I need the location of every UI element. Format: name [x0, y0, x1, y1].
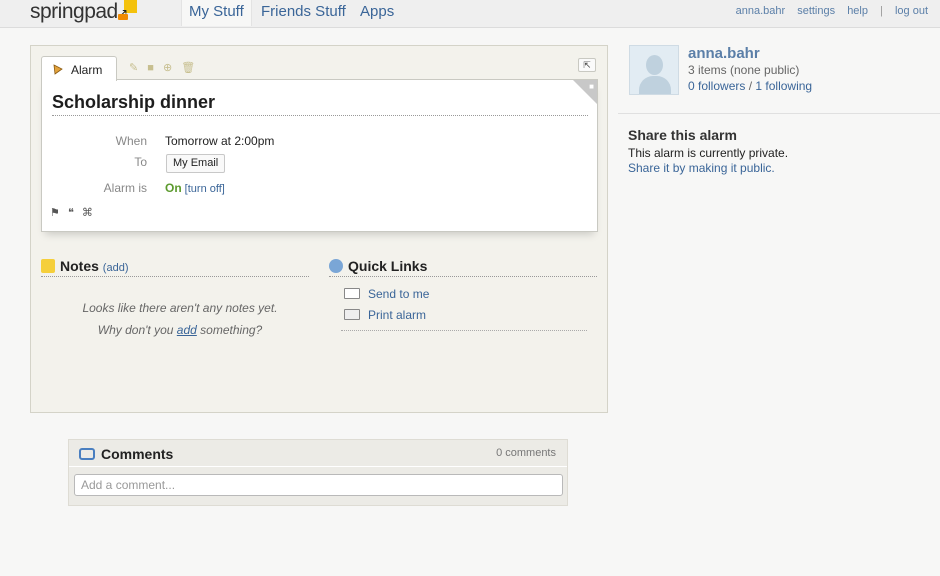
lock-icon[interactable]: ■ — [147, 62, 154, 74]
user-links: anna.bahr settings help | log out — [727, 5, 928, 17]
alarm-is-label: Alarm is — [103, 181, 147, 195]
add-to-icon[interactable]: ⊕ — [163, 62, 172, 74]
logout-link[interactable]: log out — [895, 5, 928, 17]
trash-icon[interactable]: 🗑︎ — [181, 62, 195, 74]
envelope-icon — [344, 288, 360, 299]
to-label: To — [134, 155, 147, 169]
speech-bubble-icon — [79, 448, 95, 460]
tab-alarm[interactable]: Alarm — [41, 56, 117, 81]
notes-empty-pre: Why don't you — [97, 323, 174, 337]
avatar[interactable] — [629, 45, 679, 95]
quick-links-divider — [341, 330, 587, 331]
settings-link[interactable]: settings — [797, 5, 835, 17]
profile-items-count: 3 items (none public) — [688, 63, 800, 77]
following-link[interactable]: 1 following — [755, 79, 812, 93]
tab-alarm-label: Alarm — [71, 63, 103, 77]
item-title[interactable]: Scholarship dinner — [52, 92, 588, 116]
notes-empty-post: something? — [200, 323, 263, 337]
alarm-card: ■ Scholarship dinner When Tomorrow at 2:… — [41, 79, 598, 232]
when-value[interactable]: Tomorrow at 2:00pm — [165, 134, 274, 148]
profile-follow: 0 followers / 1 following — [688, 79, 812, 93]
printer-icon — [344, 309, 360, 320]
alarm-bell-icon — [52, 64, 64, 75]
quick-links-heading-label: Quick Links — [348, 258, 428, 274]
quick-links-icon — [329, 259, 343, 273]
card-footer-icons: ⚑ ❝ ⌘ — [50, 206, 98, 219]
share-status: This alarm is currently private. — [628, 146, 789, 160]
alarm-on-status: On — [165, 181, 182, 195]
links-separator: | — [880, 5, 883, 17]
lock-corner-icon: ■ — [589, 82, 594, 91]
share-heading: Share this alarm — [628, 127, 737, 143]
to-email-button[interactable]: My Email — [166, 154, 226, 173]
comments-header: Comments 0 comments — [69, 440, 567, 467]
comments-heading-label: Comments — [101, 446, 174, 462]
notes-add-link[interactable]: (add) — [103, 262, 129, 274]
comments-count: 0 comments — [496, 447, 556, 459]
quick-link-print-alarm[interactable]: Print alarm — [344, 308, 426, 322]
comment-input[interactable] — [74, 474, 563, 496]
username-link[interactable]: anna.bahr — [736, 5, 786, 17]
springpad-logo-mark-icon[interactable]: ↗ — [118, 0, 138, 20]
notes-icon — [41, 259, 55, 273]
springpad-logo[interactable]: springpad — [30, 0, 118, 24]
alarm-state: On [turn off] — [165, 181, 225, 195]
make-public-link[interactable]: Share it by making it public. — [628, 161, 775, 175]
tag-icon[interactable]: ⌘ — [82, 207, 93, 219]
item-toolbar: ✎ ■ ⊕ 🗑︎ — [129, 61, 201, 74]
collapse-icon[interactable]: ⇱ — [578, 58, 596, 72]
profile-name[interactable]: anna.bahr — [688, 45, 760, 62]
send-to-me-label: Send to me — [368, 287, 430, 301]
followers-link[interactable]: 0 followers — [688, 79, 745, 93]
quick-link-send-to-me[interactable]: Send to me — [344, 287, 429, 301]
notes-heading: Notes (add) — [41, 258, 309, 277]
pencil-icon[interactable]: ✎ — [129, 62, 138, 74]
notes-empty-line1: Looks like there aren't any notes yet. — [82, 301, 278, 315]
print-alarm-label: Print alarm — [368, 308, 427, 322]
tab-apps[interactable]: Apps — [360, 3, 394, 20]
quick-links-heading: Quick Links — [329, 258, 597, 277]
when-label: When — [115, 134, 147, 148]
top-bar: springpad ↗ My Stuff Friends Stuff Apps … — [0, 0, 940, 28]
comments-section: Comments 0 comments — [68, 439, 568, 506]
notes-empty-line2: Why don't you add something? — [41, 323, 319, 337]
sidebar-divider — [618, 113, 940, 114]
item-panel: Alarm ✎ ■ ⊕ 🗑︎ ⇱ ■ Scholarship dinner Wh… — [30, 45, 608, 413]
turn-off-link[interactable]: [turn off] — [185, 183, 225, 195]
tab-my-stuff[interactable]: My Stuff — [181, 0, 252, 26]
follow-separator: / — [748, 79, 753, 93]
help-link[interactable]: help — [847, 5, 868, 17]
notes-add-inline-link[interactable]: add — [177, 323, 197, 337]
tab-friends-stuff[interactable]: Friends Stuff — [261, 3, 346, 20]
notes-heading-label: Notes — [60, 258, 99, 274]
quote-icon[interactable]: ❝ — [68, 207, 74, 219]
comments-title: Comments — [79, 446, 173, 462]
flag-icon[interactable]: ⚑ — [50, 207, 60, 219]
